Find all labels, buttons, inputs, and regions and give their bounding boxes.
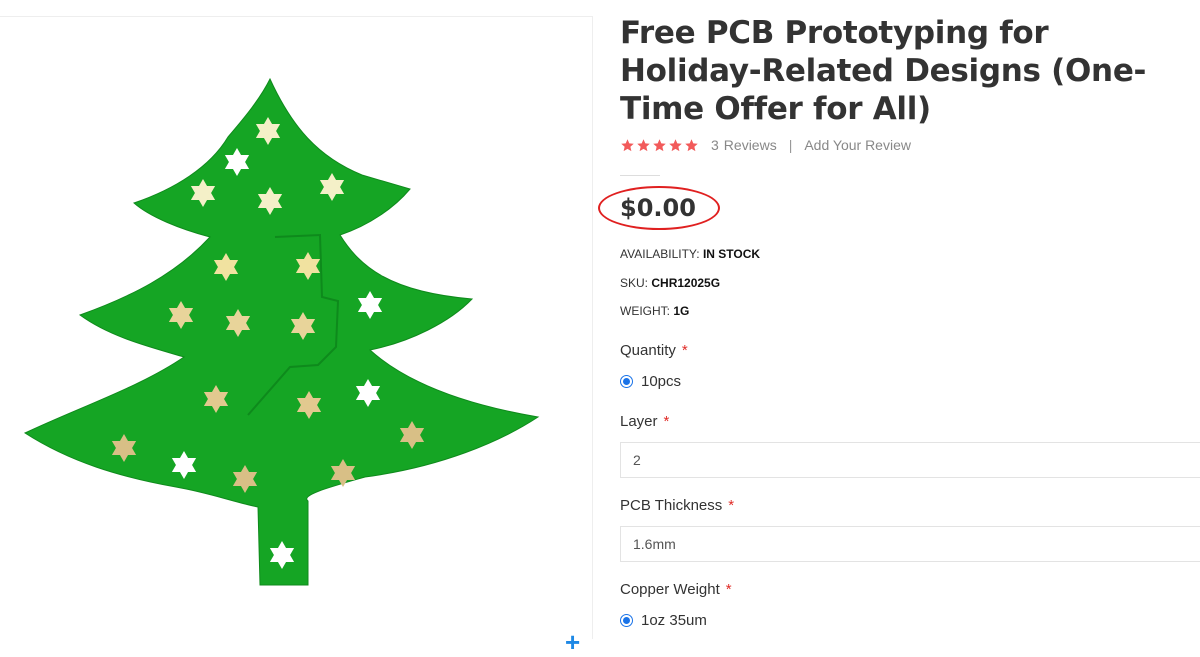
rating-summary: 3 Reviews | Add Your Review bbox=[620, 135, 911, 155]
stock-status: IN STOCK bbox=[702, 247, 761, 261]
add-review-link[interactable]: Add Your Review bbox=[804, 137, 911, 153]
thickness-label-text: PCB Thickness bbox=[620, 497, 723, 514]
reviews-link[interactable]: 3 Reviews bbox=[711, 137, 777, 153]
star-icon bbox=[637, 138, 650, 151]
layer-label-text: Layer bbox=[620, 413, 658, 430]
availability-label: AVAILABILITY: bbox=[620, 247, 700, 261]
star-icon bbox=[669, 138, 682, 151]
weight-row: WEIGHT: 1G bbox=[620, 304, 689, 318]
reviews-count: 3 bbox=[711, 137, 719, 153]
thickness-value: 1.6mm bbox=[633, 536, 676, 552]
weight-label: WEIGHT: bbox=[620, 304, 670, 318]
christmas-tree-pcb-image bbox=[23, 77, 540, 586]
layer-value: 2 bbox=[633, 452, 641, 468]
quantity-option-label: 10pcs bbox=[641, 373, 682, 390]
reviews-label: Reviews bbox=[723, 137, 777, 153]
quantity-option-10pcs[interactable]: 10pcs bbox=[620, 373, 681, 390]
copper-weight-radio[interactable] bbox=[620, 614, 633, 627]
required-mark: * bbox=[725, 581, 732, 598]
product-image-gallery[interactable]: + bbox=[0, 16, 593, 655]
layer-label: Layer * bbox=[620, 413, 669, 430]
required-mark: * bbox=[728, 497, 735, 514]
quantity-radio[interactable] bbox=[620, 375, 633, 388]
product-price: $0.00 bbox=[620, 194, 696, 222]
copper-weight-option-label: 1oz 35um bbox=[641, 612, 707, 629]
star-icon bbox=[685, 138, 698, 151]
star-icon bbox=[621, 138, 634, 151]
required-mark: * bbox=[663, 413, 670, 430]
pcb-board-outline bbox=[23, 77, 540, 586]
divider bbox=[620, 175, 660, 176]
quantity-label-text: Quantity bbox=[620, 342, 676, 359]
copper-weight-label: Copper Weight * bbox=[620, 581, 732, 598]
rating-stars bbox=[620, 138, 699, 153]
availability-row: AVAILABILITY: IN STOCK bbox=[620, 247, 760, 261]
thickness-select[interactable]: 1.6mm bbox=[620, 526, 1200, 562]
copper-weight-option-1oz[interactable]: 1oz 35um bbox=[620, 612, 707, 629]
copper-weight-label-text: Copper Weight bbox=[620, 581, 720, 598]
layer-select[interactable]: 2 bbox=[620, 442, 1200, 478]
sku-value: CHR12025G bbox=[651, 276, 721, 290]
rating-separator: | bbox=[788, 137, 793, 153]
plus-icon[interactable]: + bbox=[565, 629, 580, 655]
quantity-label: Quantity * bbox=[620, 342, 688, 359]
page-title: Free PCB Prototyping for Holiday-Related… bbox=[620, 15, 1147, 127]
star-icon bbox=[653, 138, 666, 151]
thickness-label: PCB Thickness * bbox=[620, 497, 734, 514]
sku-label: SKU: bbox=[620, 276, 649, 290]
sku-row: SKU: CHR12025G bbox=[620, 276, 720, 290]
weight-value: 1G bbox=[673, 304, 690, 318]
required-mark: * bbox=[681, 342, 688, 359]
